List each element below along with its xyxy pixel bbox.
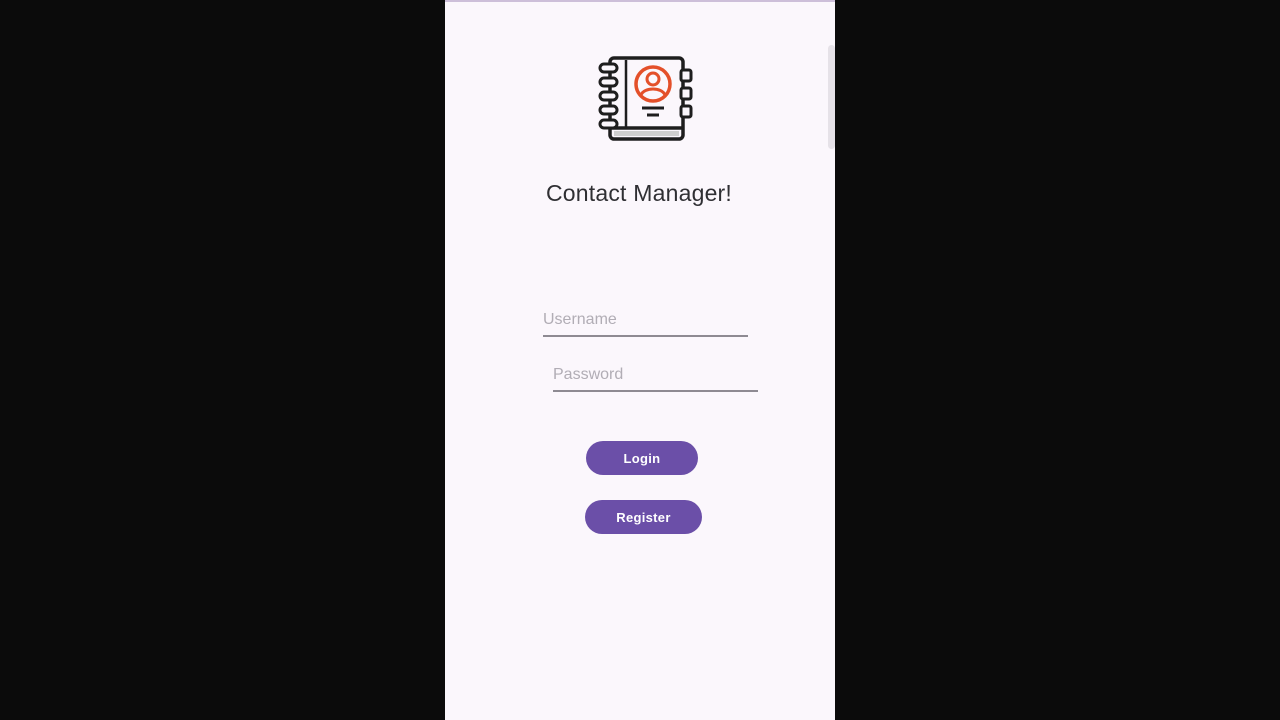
username-input[interactable] xyxy=(543,307,748,333)
status-bar-strip xyxy=(445,0,835,2)
login-button[interactable]: Login xyxy=(586,441,698,475)
app-title: Contact Manager! xyxy=(545,180,733,206)
register-button[interactable]: Register xyxy=(585,500,702,534)
password-input[interactable] xyxy=(553,362,758,388)
password-field[interactable] xyxy=(553,362,758,392)
username-field[interactable] xyxy=(543,307,748,337)
contact-book-icon xyxy=(598,56,693,141)
app-screen: Contact Manager! Login Register xyxy=(445,0,835,720)
video-frame: Contact Manager! Login Register xyxy=(0,0,1280,720)
scroll-indicator[interactable] xyxy=(828,45,835,149)
